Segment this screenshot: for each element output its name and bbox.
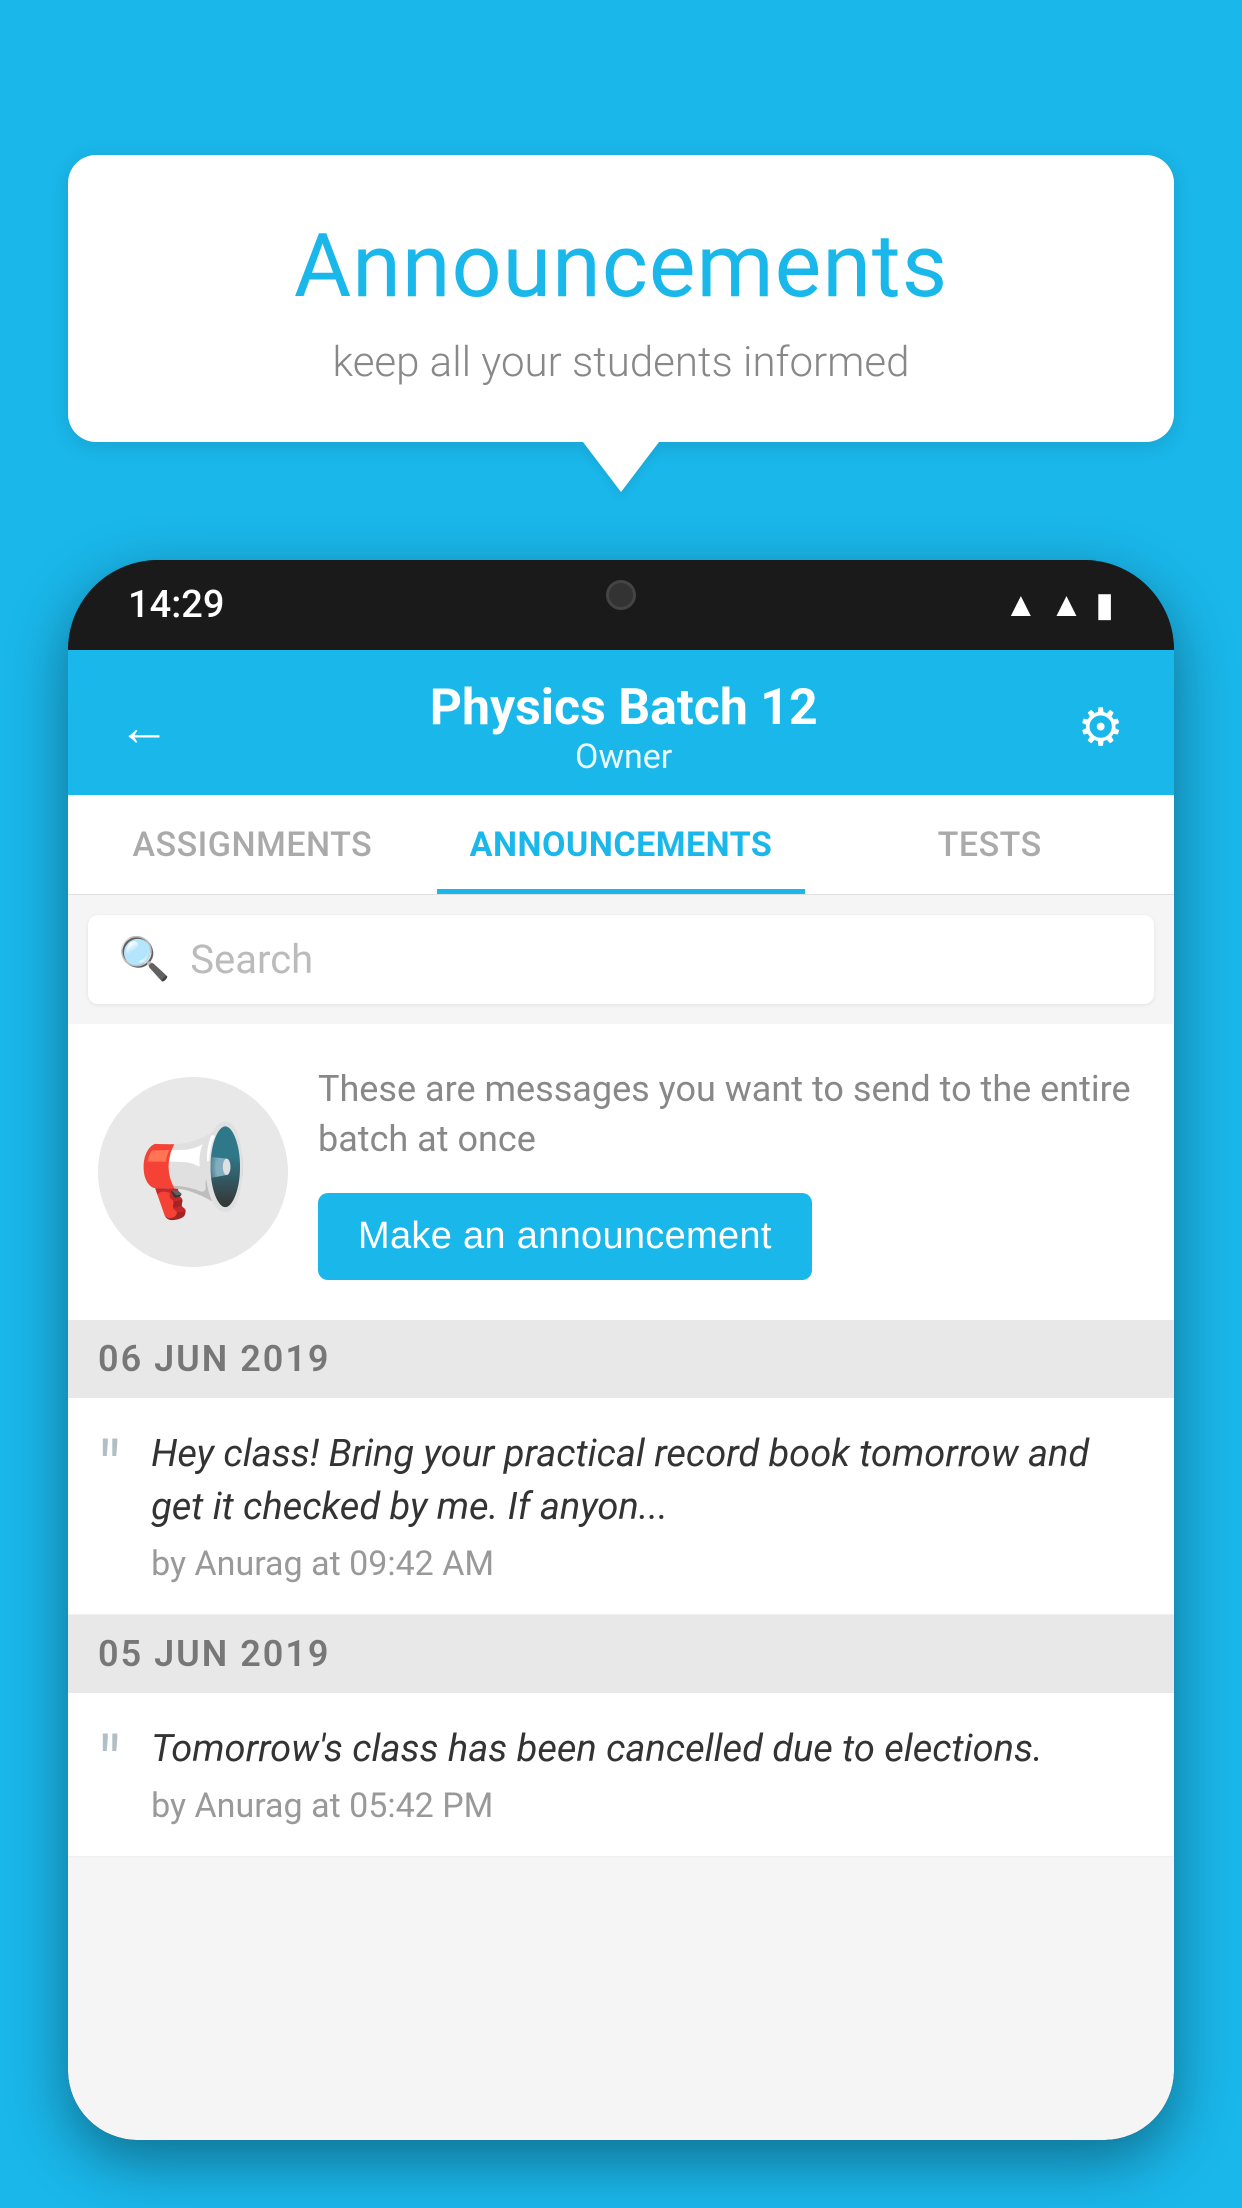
speech-bubble-pointer (583, 442, 659, 492)
settings-button[interactable]: ⚙ (1077, 697, 1124, 758)
phone-wrapper: 14:29 ▲ ▲ ▮ ← Physics Batch 12 Owner ⚙ (68, 560, 1174, 2208)
signal-icon: ▲ (1050, 585, 1084, 625)
megaphone-icon: 📢 (137, 1119, 249, 1224)
search-icon: 🔍 (118, 935, 170, 984)
announcement-text-2: Tomorrow's class has been cancelled due … (151, 1723, 1144, 1776)
promo-right: These are messages you want to send to t… (318, 1064, 1144, 1280)
tab-bar: ASSIGNMENTS ANNOUNCEMENTS TESTS (68, 795, 1174, 895)
phone-notch (521, 560, 721, 630)
search-placeholder: Search (190, 936, 313, 983)
app-screen: ← Physics Batch 12 Owner ⚙ ASSIGNMENTS A… (68, 650, 1174, 2140)
status-bar: 14:29 ▲ ▲ ▮ (68, 560, 1174, 650)
make-announcement-button[interactable]: Make an announcement (318, 1193, 812, 1280)
announcement-item-1[interactable]: " Hey class! Bring your practical record… (68, 1398, 1174, 1615)
quote-icon-1: " (98, 1433, 121, 1505)
phone-camera (606, 580, 636, 610)
back-button[interactable]: ← (118, 697, 170, 758)
content-area: 🔍 Search 📢 These are messages you want t… (68, 895, 1174, 2140)
batch-title: Physics Batch 12 (170, 679, 1077, 737)
promo-description: These are messages you want to send to t… (318, 1064, 1144, 1165)
date-separator-2: 05 JUN 2019 (68, 1615, 1174, 1693)
status-icons: ▲ ▲ ▮ (1004, 585, 1114, 625)
announcement-promo: 📢 These are messages you want to send to… (68, 1024, 1174, 1320)
phone-device: 14:29 ▲ ▲ ▮ ← Physics Batch 12 Owner ⚙ (68, 560, 1174, 2140)
speech-bubble-subtitle: keep all your students informed (128, 338, 1114, 387)
announcement-meta-1: by Anurag at 09:42 AM (151, 1544, 1144, 1584)
announcement-meta-2: by Anurag at 05:42 PM (151, 1786, 1144, 1826)
speech-bubble-title: Announcements (128, 215, 1114, 318)
speech-bubble: Announcements keep all your students inf… (68, 155, 1174, 442)
app-header: ← Physics Batch 12 Owner ⚙ (68, 650, 1174, 795)
announcement-text-block-2: Tomorrow's class has been cancelled due … (151, 1723, 1144, 1826)
date-separator-1: 06 JUN 2019 (68, 1320, 1174, 1398)
speech-bubble-container: Announcements keep all your students inf… (68, 155, 1174, 492)
promo-icon-circle: 📢 (98, 1077, 288, 1267)
wifi-icon: ▲ (1004, 585, 1038, 625)
announcement-item-2[interactable]: " Tomorrow's class has been cancelled du… (68, 1693, 1174, 1857)
batch-role: Owner (170, 737, 1077, 777)
search-bar[interactable]: 🔍 Search (88, 915, 1154, 1004)
battery-icon: ▮ (1095, 585, 1114, 625)
header-center: Physics Batch 12 Owner (170, 679, 1077, 777)
tab-announcements[interactable]: ANNOUNCEMENTS (437, 795, 806, 894)
status-time: 14:29 (128, 583, 224, 627)
announcement-text-block-1: Hey class! Bring your practical record b… (151, 1428, 1144, 1584)
tab-assignments[interactable]: ASSIGNMENTS (68, 795, 437, 894)
tab-tests[interactable]: TESTS (805, 795, 1174, 894)
quote-icon-2: " (98, 1728, 121, 1800)
announcement-text-1: Hey class! Bring your practical record b… (151, 1428, 1144, 1534)
